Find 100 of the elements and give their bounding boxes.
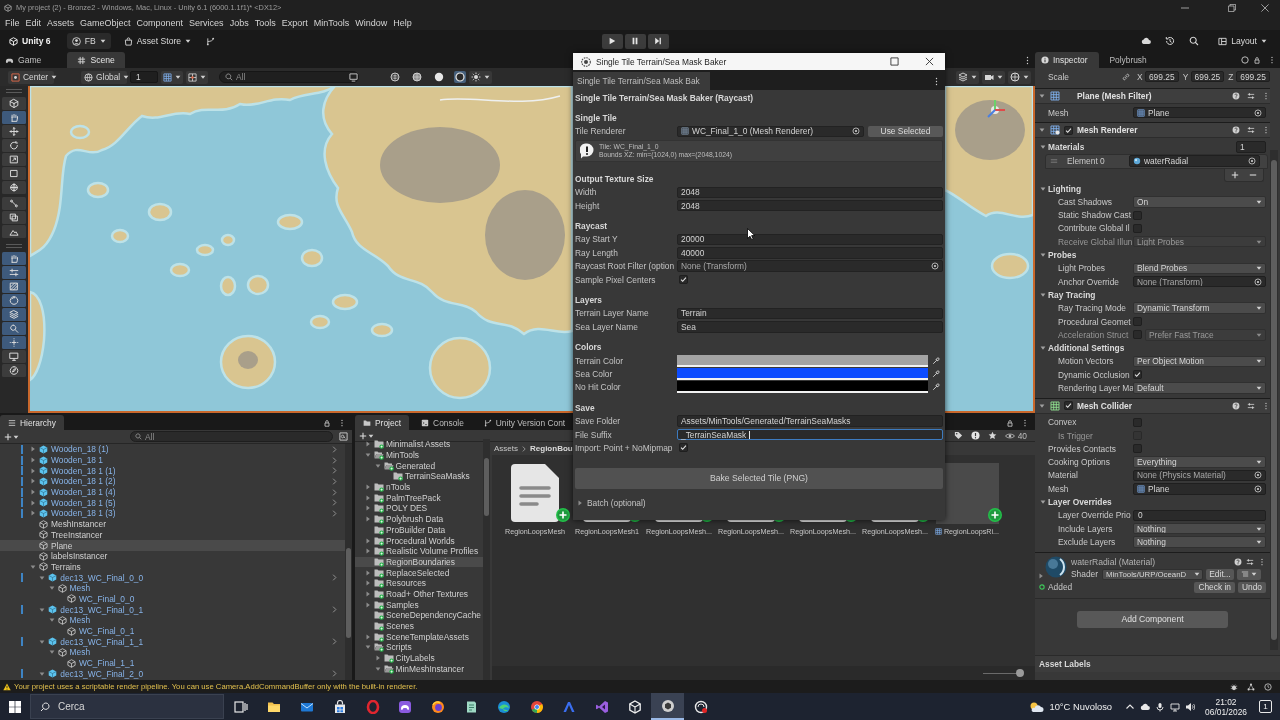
folder-item[interactable]: MinMeshInstancer	[355, 663, 483, 675]
foldout-arrow-icon[interactable]	[1040, 143, 1046, 150]
hierarchy-item[interactable]: Wooden_18 1	[0, 454, 345, 466]
section-foldout[interactable]: Probes	[1048, 250, 1077, 260]
checkbox[interactable]	[1064, 401, 1073, 411]
sun-cloud-icon[interactable]	[1028, 700, 1045, 713]
hierarchy-item[interactable]: Mesh	[0, 582, 345, 594]
rotate-icon[interactable]	[2, 139, 26, 152]
text-field[interactable]: 2048	[677, 186, 943, 198]
hierarchy-item[interactable]: Wooden_18 1 (2)	[0, 476, 345, 487]
restore-icon[interactable]	[1228, 3, 1236, 12]
panel-tab[interactable]: Console	[413, 415, 472, 430]
ring-icon[interactable]	[454, 71, 466, 83]
folder-item[interactable]: CityLabels	[355, 652, 483, 664]
account-dropdown[interactable]: FB	[66, 33, 111, 49]
object-field[interactable]: None (Transform)	[1133, 275, 1266, 288]
foldout-arrow-icon[interactable]	[30, 489, 36, 496]
use-selected-button[interactable]: Use Selected	[868, 125, 943, 138]
folder-item[interactable]: nTools	[355, 481, 483, 493]
foldout-arrow-icon[interactable]	[365, 494, 371, 501]
color-swatch[interactable]	[677, 367, 928, 380]
preset-sliders-icon[interactable]	[1247, 126, 1255, 135]
component-header[interactable]: Plane (Mesh Filter)	[1035, 88, 1270, 104]
folder-item[interactable]: MinTools	[355, 449, 483, 461]
snap-dropdown[interactable]	[186, 70, 208, 84]
folder-item[interactable]: RegionBoundaries	[355, 556, 483, 568]
add-dropdown[interactable]	[4, 432, 19, 441]
preset-sliders-icon[interactable]	[1247, 401, 1255, 410]
menu-item[interactable]: Tools	[254, 17, 276, 28]
copy-icon[interactable]	[2, 211, 26, 224]
object-picker-icon[interactable]	[1248, 157, 1256, 166]
text-field[interactable]: 20000	[677, 233, 943, 246]
component-header[interactable]: Mesh Collider	[1035, 397, 1270, 414]
shaded-wire-sphere-icon[interactable]	[412, 72, 422, 82]
text-field[interactable]: Sea	[677, 321, 943, 333]
clock-date[interactable]: 06/01/2026	[1205, 706, 1247, 717]
menu-item[interactable]: Jobs	[229, 17, 249, 28]
panel-tab[interactable]: Project	[355, 415, 410, 430]
folder-item[interactable]: TerrainSeaMasks	[355, 471, 483, 482]
foldout-arrow-icon[interactable]	[365, 633, 371, 640]
search-field[interactable]: All	[130, 431, 333, 442]
checkbox[interactable]	[1133, 370, 1142, 380]
compass-icon[interactable]	[2, 364, 26, 377]
object-field[interactable]: waterRadial	[1129, 155, 1260, 167]
alert-circle-icon[interactable]	[970, 431, 980, 440]
folder-item[interactable]: Samples	[355, 599, 483, 610]
folder-item[interactable]: SceneDependencyCache	[355, 610, 483, 621]
drag-handle-icon[interactable]	[1050, 157, 1058, 166]
move-icon[interactable]	[2, 125, 26, 138]
hierarchy-item[interactable]: Wooden_18 (1)	[0, 444, 345, 455]
cube-icon[interactable]	[2, 97, 26, 110]
hierarchy-item[interactable]: Wooden_18 1 (1)	[0, 465, 345, 477]
rect-tool-icon[interactable]	[2, 167, 26, 180]
foldout-arrow-icon[interactable]	[30, 563, 36, 570]
section-foldout[interactable]: Lighting	[1048, 183, 1082, 194]
history-icon[interactable]	[1165, 36, 1176, 46]
editor-menu-button[interactable]: Unity 6	[6, 33, 54, 49]
hierarchy-item[interactable]: MeshInstancer	[0, 518, 345, 530]
terrain-icon[interactable]	[2, 225, 26, 238]
play-button[interactable]	[601, 33, 623, 49]
foldout-arrow-icon[interactable]	[1040, 185, 1046, 192]
weather-label[interactable]: 10°C Nuvoloso	[1049, 701, 1113, 712]
drag-handle-icon[interactable]	[6, 89, 22, 93]
search-field[interactable]: All	[219, 71, 359, 83]
circle-icon[interactable]	[1241, 56, 1249, 64]
foldout-arrow-icon[interactable]	[1040, 499, 1046, 506]
layers-dropdown[interactable]	[956, 70, 979, 84]
object-field[interactable]: Plane	[1133, 483, 1266, 495]
edit-button[interactable]: Edit...	[1206, 568, 1234, 580]
dropdown[interactable]: Nothing	[1133, 536, 1266, 548]
hierarchy-item[interactable]: WC_Final_1_1	[0, 657, 345, 669]
tag-icon[interactable]	[953, 431, 963, 440]
branch-icon[interactable]	[206, 36, 216, 46]
drag-handle-icon[interactable]	[6, 244, 22, 248]
folder-item[interactable]: ProBuilder Data	[355, 524, 483, 536]
number-field[interactable]: 0	[1133, 509, 1266, 522]
foldout-arrow-icon[interactable]	[365, 590, 371, 597]
foldout-arrow-icon[interactable]	[30, 499, 36, 506]
dropdown[interactable]: Everything	[1133, 456, 1266, 468]
menu-item[interactable]: Services	[189, 17, 224, 28]
foldout-arrow-icon[interactable]	[365, 516, 371, 523]
hierarchy-item[interactable]: Mesh	[0, 615, 345, 626]
hierarchy-item[interactable]: Mesh	[0, 647, 345, 658]
foldout-arrow-icon[interactable]	[365, 484, 371, 491]
bug-icon[interactable]	[1230, 682, 1238, 691]
hierarchy-item[interactable]: Wooden_18 1 (3)	[0, 508, 345, 519]
foldout-arrow-icon[interactable]	[365, 644, 371, 651]
camera-dropdown[interactable]	[982, 70, 1005, 84]
foldout-arrow-icon[interactable]	[48, 617, 55, 624]
star-icon[interactable]	[987, 431, 997, 440]
eyedropper-icon[interactable]	[932, 356, 940, 365]
foldout-arrow-icon[interactable]	[30, 467, 36, 474]
space-dropdown[interactable]: Global	[81, 70, 127, 84]
object-picker-icon[interactable]	[1254, 277, 1262, 286]
help-icon[interactable]	[1232, 92, 1240, 100]
folder-item[interactable]: Realistic Volume Profiles	[355, 545, 483, 557]
foldout-arrow-icon[interactable]	[1040, 291, 1046, 298]
folder-item[interactable]: Procedural Worlds	[355, 535, 483, 546]
sliders-icon[interactable]	[2, 266, 26, 279]
lighting-dropdown[interactable]	[469, 70, 492, 84]
